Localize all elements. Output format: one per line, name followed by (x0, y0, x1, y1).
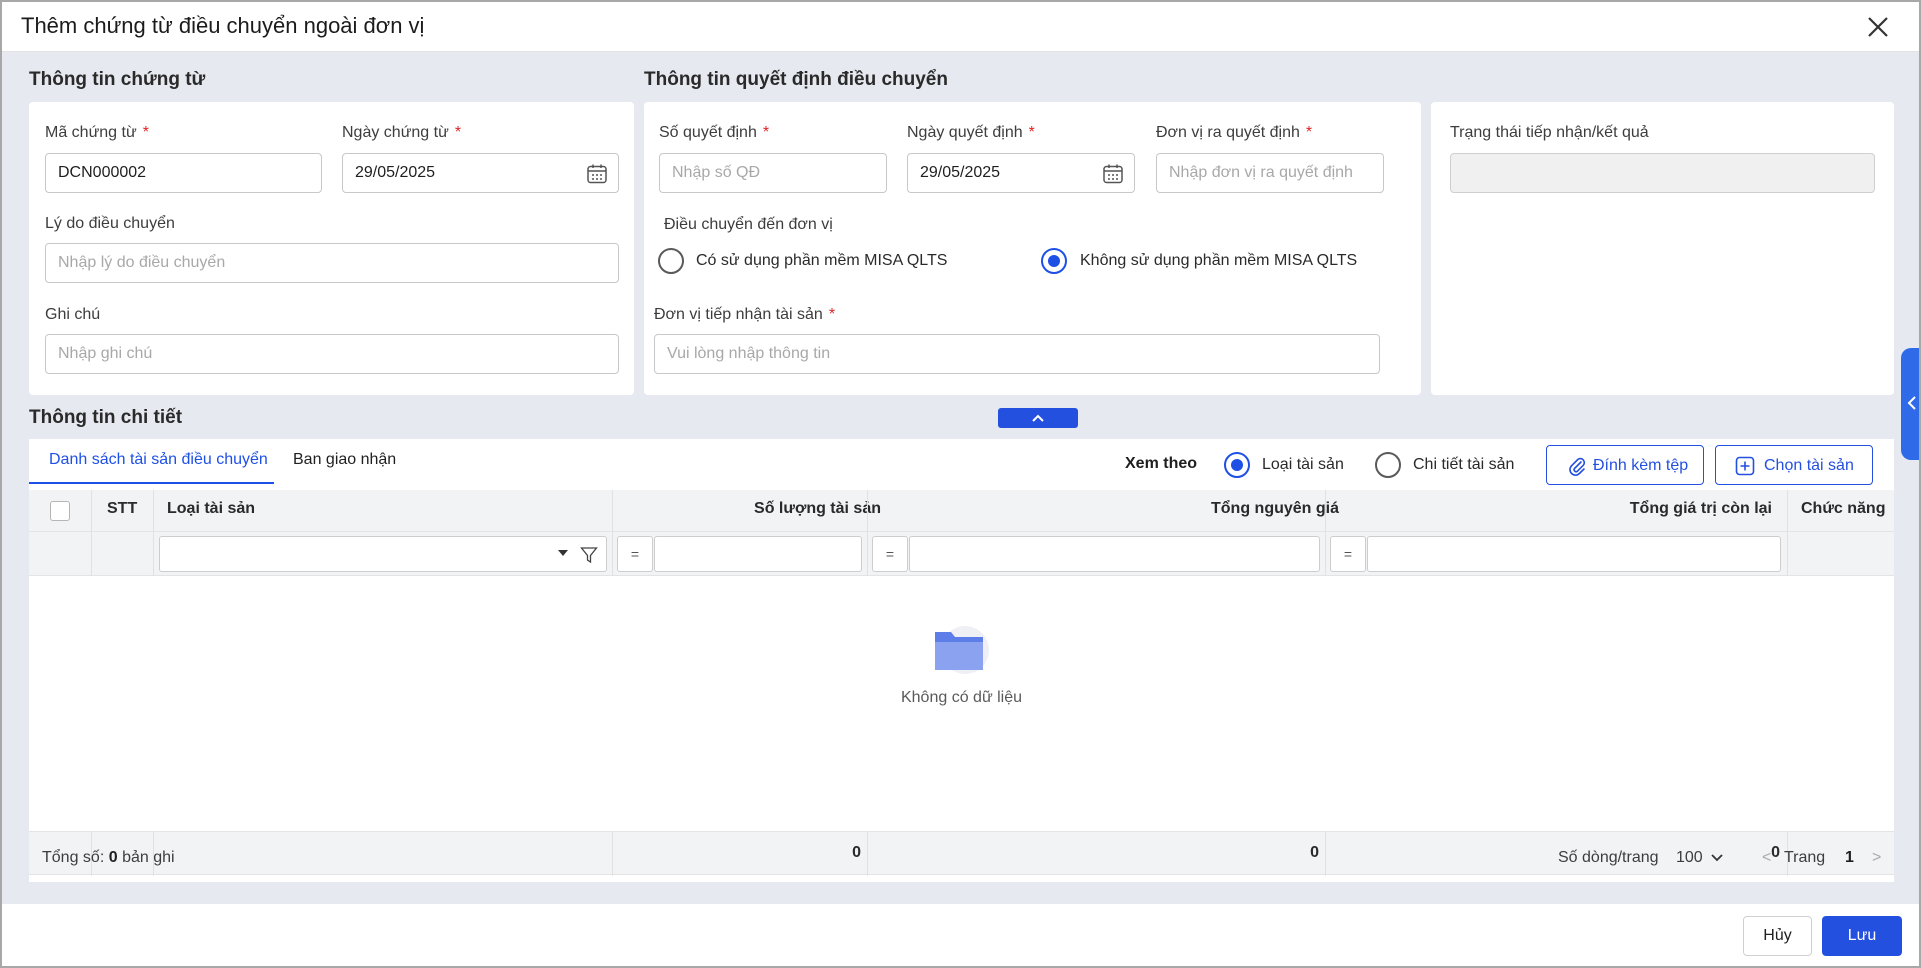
select-all-checkbox[interactable] (50, 501, 70, 521)
detail-section-title: Thông tin chi tiết (29, 407, 183, 428)
receiver-unit-input[interactable] (654, 334, 1380, 374)
active-tab-indicator (29, 482, 274, 484)
empty-text: Không có dữ liệu (900, 689, 1022, 706)
receive-status-label: Trạng thái tiếp nhận/kết quả (1450, 124, 1649, 141)
transfer-reason-input[interactable] (45, 243, 619, 283)
tab-handover-committee[interactable]: Ban giao nhận (293, 451, 396, 469)
col-actions: Chức năng (1801, 500, 1886, 517)
quantity-filter-input[interactable] (654, 536, 862, 572)
decision-date-label: Ngày quyết định * (907, 124, 1035, 141)
transfer-reason-label: Lý do điều chuyển (45, 215, 175, 232)
choose-asset-label: Chọn tài sản (1764, 457, 1854, 474)
view-by-label: Xem theo (1125, 455, 1198, 472)
col-asset-quantity[interactable]: Số lượng tài sản (754, 500, 881, 518)
grid-header-row: STT Loại tài sản Số lượng tài sản Tổng n… (29, 490, 1894, 532)
decision-date-input[interactable]: 29/05/2025 (907, 153, 1135, 193)
add-box-icon (1735, 456, 1755, 476)
remaining-value-filter-input[interactable] (1367, 536, 1781, 572)
col-asset-type[interactable]: Loại tài sản (167, 500, 255, 518)
add-transfer-voucher-dialog: Thêm chứng từ điều chuyển ngoài đơn vị T… (0, 0, 1921, 968)
radio-view-asset-type[interactable] (1224, 452, 1250, 478)
note-input[interactable] (45, 334, 619, 374)
decision-card: Số quyết định* Ngày quyết định* 29/05/20… (644, 102, 1421, 395)
voucher-date-value: 29/05/2025 (355, 164, 436, 181)
radio-no-misa[interactable] (1041, 248, 1067, 274)
col-stt: STT (107, 500, 138, 517)
radio-no-misa-label[interactable]: Không sử dụng phần mềm MISA QLTS (1080, 252, 1357, 270)
rows-per-page-label: Số dòng/trang (1558, 849, 1659, 866)
voucher-code-label: Mã chứng từ * (45, 124, 149, 141)
calendar-icon[interactable] (1102, 163, 1124, 185)
chevron-up-icon (1032, 414, 1044, 422)
page-label: Trang (1784, 849, 1826, 866)
tab-transfer-asset-list[interactable]: Danh sách tài sản điều chuyển (49, 451, 268, 469)
voucher-code-input[interactable] (45, 153, 322, 193)
caret-down-icon (558, 550, 568, 556)
grid-filter-row: = = = (29, 532, 1894, 576)
total-quantity: 0 (852, 844, 861, 861)
close-icon (1868, 17, 1888, 37)
voucher-section-title: Thông tin chứng từ (29, 69, 206, 90)
radio-uses-misa[interactable] (658, 248, 684, 274)
attach-file-button[interactable]: Đính kèm tệp (1546, 445, 1704, 485)
total-records: Tổng số: 0 bản ghi (42, 849, 175, 866)
radio-view-asset-detail-label[interactable]: Chi tiết tài sản (1413, 456, 1514, 474)
side-panel-toggle[interactable] (1901, 348, 1919, 460)
status-card: Trạng thái tiếp nhận/kết quả (1431, 102, 1894, 395)
voucher-card: Mã chứng từ* Ngày chứng từ* 29/05/2025 L… (29, 102, 634, 395)
original-cost-filter-input[interactable] (909, 536, 1320, 572)
total-remaining-value: 0 (1771, 844, 1780, 861)
rows-per-page-select[interactable]: 100 (1676, 849, 1723, 867)
receiver-unit-label: Đơn vị tiếp nhận tài sản * (654, 306, 836, 323)
receive-status-input[interactable] (1450, 153, 1875, 193)
current-page: 1 (1845, 849, 1854, 866)
collapse-button[interactable] (998, 408, 1078, 428)
attach-file-label: Đính kèm tệp (1593, 457, 1689, 474)
calendar-icon[interactable] (586, 163, 608, 185)
decision-date-value: 29/05/2025 (920, 164, 1001, 181)
decision-number-label: Số quyết định * (659, 124, 770, 141)
close-button[interactable] (1865, 14, 1891, 40)
dialog-header: Thêm chứng từ điều chuyển ngoài đơn vị (2, 2, 1919, 52)
paperclip-icon (1569, 457, 1586, 476)
col-total-original-cost[interactable]: Tổng nguyên giá (1211, 500, 1339, 518)
empty-folder-icon (935, 626, 989, 674)
prev-page-button[interactable]: < (1762, 849, 1771, 867)
col-total-remaining-value[interactable]: Tổng giá trị còn lại (1630, 500, 1772, 518)
cancel-button[interactable]: Hủy (1743, 916, 1812, 956)
voucher-date-label: Ngày chứng từ * (342, 124, 462, 141)
total-original-cost: 0 (1310, 844, 1319, 861)
decision-section-title: Thông tin quyết định điều chuyển (644, 69, 948, 90)
chevron-down-icon (1711, 854, 1723, 862)
choose-asset-button[interactable]: Chọn tài sản (1715, 445, 1873, 485)
transfer-to-label: Điều chuyển đến đơn vị (664, 216, 833, 233)
note-label: Ghi chú (45, 306, 101, 323)
radio-uses-misa-label[interactable]: Có sử dụng phần mềm MISA QLTS (696, 252, 947, 270)
next-page-button[interactable]: > (1872, 849, 1881, 867)
detail-panel: Danh sách tài sản điều chuyển Ban giao n… (29, 439, 1894, 882)
original-cost-filter-operator[interactable]: = (872, 536, 908, 572)
asset-type-filter-dropdown[interactable] (159, 536, 607, 572)
filter-icon[interactable] (580, 546, 598, 564)
save-button[interactable]: Lưu (1822, 916, 1902, 956)
quantity-filter-operator[interactable]: = (617, 536, 653, 572)
decision-issuer-label: Đơn vị ra quyết định * (1156, 124, 1313, 141)
radio-view-asset-type-label[interactable]: Loại tài sản (1262, 456, 1344, 474)
remaining-value-filter-operator[interactable]: = (1330, 536, 1366, 572)
dialog-title: Thêm chứng từ điều chuyển ngoài đơn vị (21, 13, 425, 38)
chevron-left-icon (1907, 396, 1916, 410)
decision-number-input[interactable] (659, 153, 887, 193)
radio-view-asset-detail[interactable] (1375, 452, 1401, 478)
dialog-footer (2, 904, 1919, 966)
voucher-date-input[interactable]: 29/05/2025 (342, 153, 619, 193)
decision-issuer-input[interactable] (1156, 153, 1384, 193)
grid-empty-state: Không có dữ liệu (29, 576, 1894, 781)
